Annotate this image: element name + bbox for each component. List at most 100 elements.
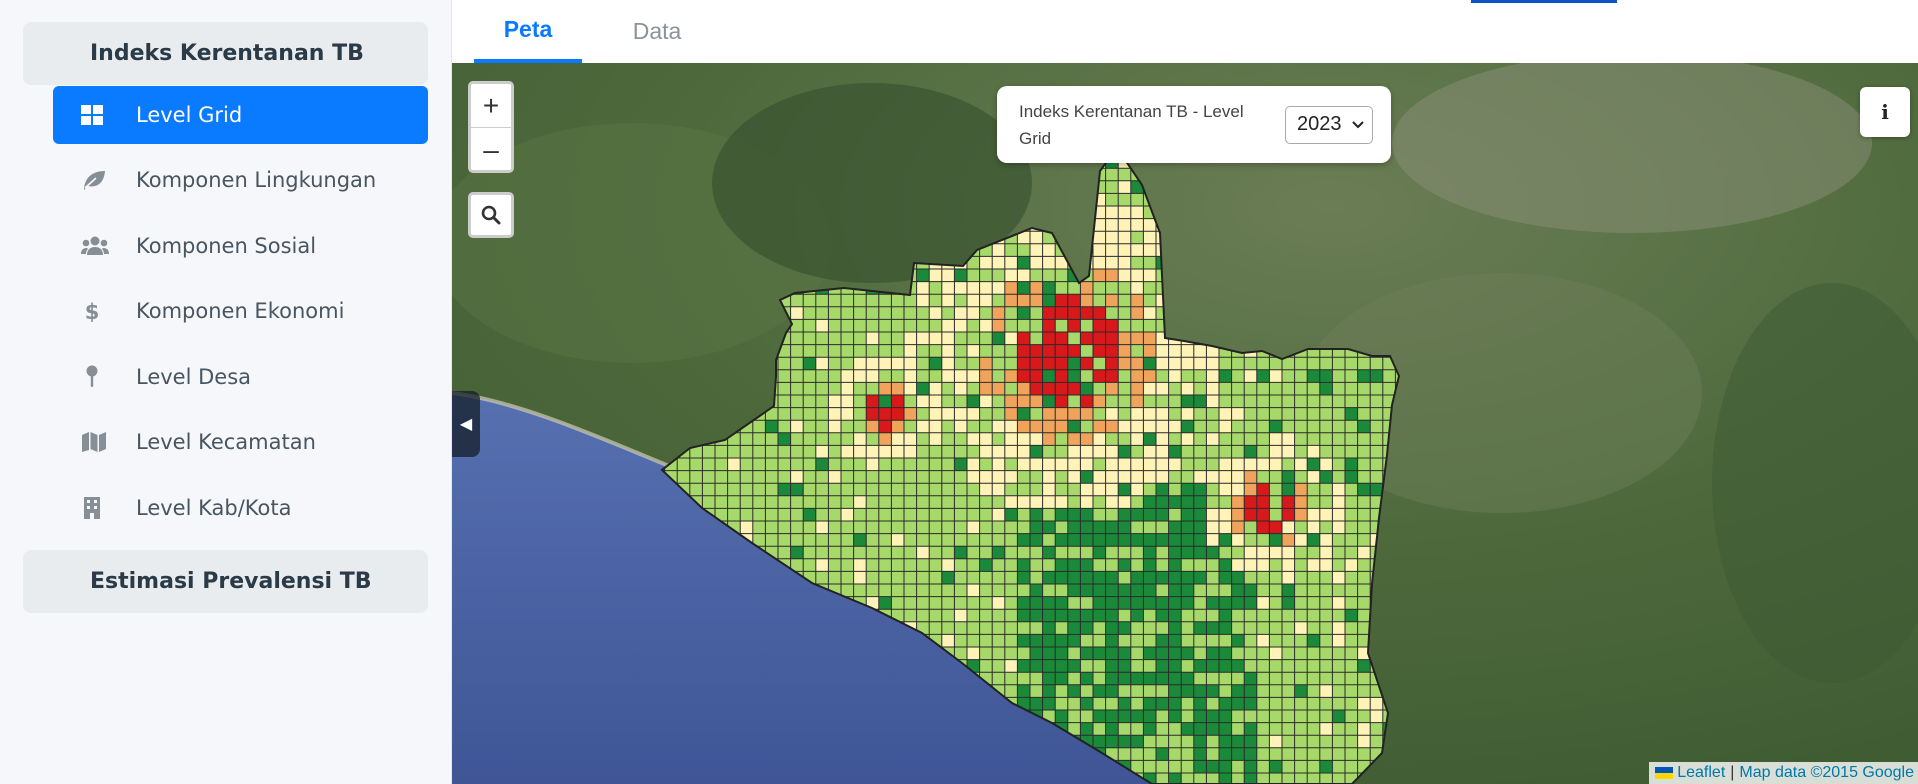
grid-cell[interactable] bbox=[1080, 470, 1093, 484]
grid-cell[interactable] bbox=[979, 382, 993, 395]
grid-cell[interactable] bbox=[1118, 584, 1131, 597]
grid-cell[interactable] bbox=[828, 395, 841, 408]
grid-cell[interactable] bbox=[1042, 470, 1056, 484]
grid-cell[interactable] bbox=[1168, 571, 1182, 584]
grid-cell[interactable] bbox=[1080, 432, 1093, 446]
grid-cell[interactable] bbox=[1105, 533, 1119, 547]
grid-cell[interactable] bbox=[1030, 458, 1043, 471]
grid-cell[interactable] bbox=[1219, 773, 1232, 784]
grid-cell[interactable] bbox=[1219, 659, 1232, 673]
grid-cell[interactable] bbox=[1080, 697, 1093, 710]
grid-cell[interactable] bbox=[1307, 458, 1320, 471]
grid-cell[interactable] bbox=[1080, 647, 1093, 660]
grid-cell[interactable] bbox=[1357, 420, 1371, 433]
grid-cell[interactable] bbox=[1294, 508, 1308, 521]
grid-cell[interactable] bbox=[1118, 621, 1131, 635]
grid-cell[interactable] bbox=[1143, 306, 1156, 320]
grid-cell[interactable] bbox=[1030, 521, 1043, 534]
grid-cell[interactable] bbox=[1156, 483, 1169, 496]
grid-cell[interactable] bbox=[1067, 420, 1081, 433]
grid-cell[interactable] bbox=[1219, 483, 1232, 496]
grid-cell[interactable] bbox=[1143, 218, 1156, 232]
grid-cell[interactable] bbox=[1042, 420, 1056, 433]
grid-cell[interactable] bbox=[891, 533, 904, 547]
grid-cell[interactable] bbox=[866, 332, 879, 345]
grid-cell[interactable] bbox=[1105, 647, 1119, 660]
grid-cell[interactable] bbox=[1143, 584, 1156, 597]
grid-cell[interactable] bbox=[1004, 332, 1018, 345]
grid-cell[interactable] bbox=[1143, 407, 1156, 421]
grid-cell[interactable] bbox=[1130, 710, 1144, 723]
grid-cell[interactable] bbox=[1143, 243, 1156, 257]
grid-cell[interactable] bbox=[1080, 332, 1093, 345]
sidebar-item-level-kab-kota[interactable]: Level Kab/Kota bbox=[53, 479, 428, 537]
grid-cell[interactable] bbox=[1017, 432, 1030, 446]
grid-cell[interactable] bbox=[1093, 609, 1106, 622]
grid-cell[interactable] bbox=[967, 395, 980, 408]
grid-cell[interactable] bbox=[1017, 609, 1030, 622]
grid-cell[interactable] bbox=[1004, 659, 1018, 673]
grid-cell[interactable] bbox=[1067, 344, 1081, 358]
grid-cell[interactable] bbox=[1168, 533, 1182, 547]
grid-cell[interactable] bbox=[1105, 420, 1119, 433]
grid-cell[interactable] bbox=[1118, 596, 1131, 610]
grid-cell[interactable] bbox=[1055, 558, 1068, 572]
grid-cell[interactable] bbox=[941, 281, 955, 295]
grid-cell[interactable] bbox=[1143, 495, 1156, 509]
grid-cell[interactable] bbox=[878, 432, 892, 446]
grid-cell[interactable] bbox=[1030, 533, 1043, 547]
grid-cell[interactable] bbox=[1193, 495, 1207, 509]
leaflet-link[interactable]: Leaflet bbox=[1677, 764, 1725, 782]
sidebar-item-komponen-lingkungan[interactable]: Komponen Lingkungan bbox=[53, 151, 428, 209]
grid-cell[interactable] bbox=[878, 596, 892, 610]
grid-cell[interactable] bbox=[1030, 256, 1043, 269]
grid-cell[interactable] bbox=[1017, 596, 1030, 610]
grid-cell[interactable] bbox=[1067, 357, 1081, 370]
grid-cell[interactable] bbox=[1193, 621, 1207, 635]
grid-cell[interactable] bbox=[1118, 508, 1131, 521]
grid-cell[interactable] bbox=[1294, 684, 1308, 698]
grid-cell[interactable] bbox=[1118, 659, 1131, 673]
grid-cell[interactable] bbox=[1156, 672, 1169, 685]
grid-cell[interactable] bbox=[1181, 407, 1194, 421]
grid-cell[interactable] bbox=[1130, 470, 1144, 484]
grid-cell[interactable] bbox=[1017, 571, 1030, 584]
grid-cell[interactable] bbox=[1004, 445, 1018, 458]
grid-cell[interactable] bbox=[1244, 495, 1257, 509]
grid-cell[interactable] bbox=[1168, 558, 1182, 572]
grid-cell[interactable] bbox=[1067, 369, 1081, 383]
grid-cell[interactable] bbox=[1017, 306, 1030, 320]
grid-cell[interactable] bbox=[1130, 395, 1144, 408]
grid-cell[interactable] bbox=[1118, 710, 1131, 723]
grid-cell[interactable] bbox=[1156, 470, 1169, 484]
grid-cell[interactable] bbox=[1143, 546, 1156, 559]
grid-cell[interactable] bbox=[1105, 256, 1119, 269]
grid-cell[interactable] bbox=[1143, 533, 1156, 547]
grid-cell[interactable] bbox=[992, 546, 1005, 559]
grid-cell[interactable] bbox=[992, 596, 1005, 610]
grid-cell[interactable] bbox=[1345, 458, 1358, 471]
grid-cell[interactable] bbox=[1017, 256, 1030, 269]
grid-cell[interactable] bbox=[866, 357, 879, 370]
grid-cell[interactable] bbox=[1143, 332, 1156, 345]
grid-cell[interactable] bbox=[853, 495, 867, 509]
grid-cell[interactable] bbox=[1244, 369, 1257, 383]
grid-cell[interactable] bbox=[1093, 344, 1106, 358]
grid-cell[interactable] bbox=[992, 319, 1005, 332]
grid-cell[interactable] bbox=[828, 420, 841, 433]
grid-cell[interactable] bbox=[1143, 344, 1156, 358]
grid-cell[interactable] bbox=[904, 407, 917, 421]
grid-cell[interactable] bbox=[1105, 369, 1119, 383]
grid-cell[interactable] bbox=[1156, 458, 1169, 471]
grid-cell[interactable] bbox=[1118, 243, 1131, 257]
grid-cell[interactable] bbox=[1193, 357, 1207, 370]
grid-cell[interactable] bbox=[1168, 647, 1182, 660]
grid-cell[interactable] bbox=[1130, 281, 1144, 295]
grid-cell[interactable] bbox=[929, 407, 942, 421]
grid-cell[interactable] bbox=[1017, 294, 1030, 307]
grid-cell[interactable] bbox=[1030, 294, 1043, 307]
grid-cell[interactable] bbox=[1130, 672, 1144, 685]
grid-cell[interactable] bbox=[1042, 521, 1056, 534]
grid-cell[interactable] bbox=[1219, 697, 1232, 710]
grid-cell[interactable] bbox=[1143, 558, 1156, 572]
